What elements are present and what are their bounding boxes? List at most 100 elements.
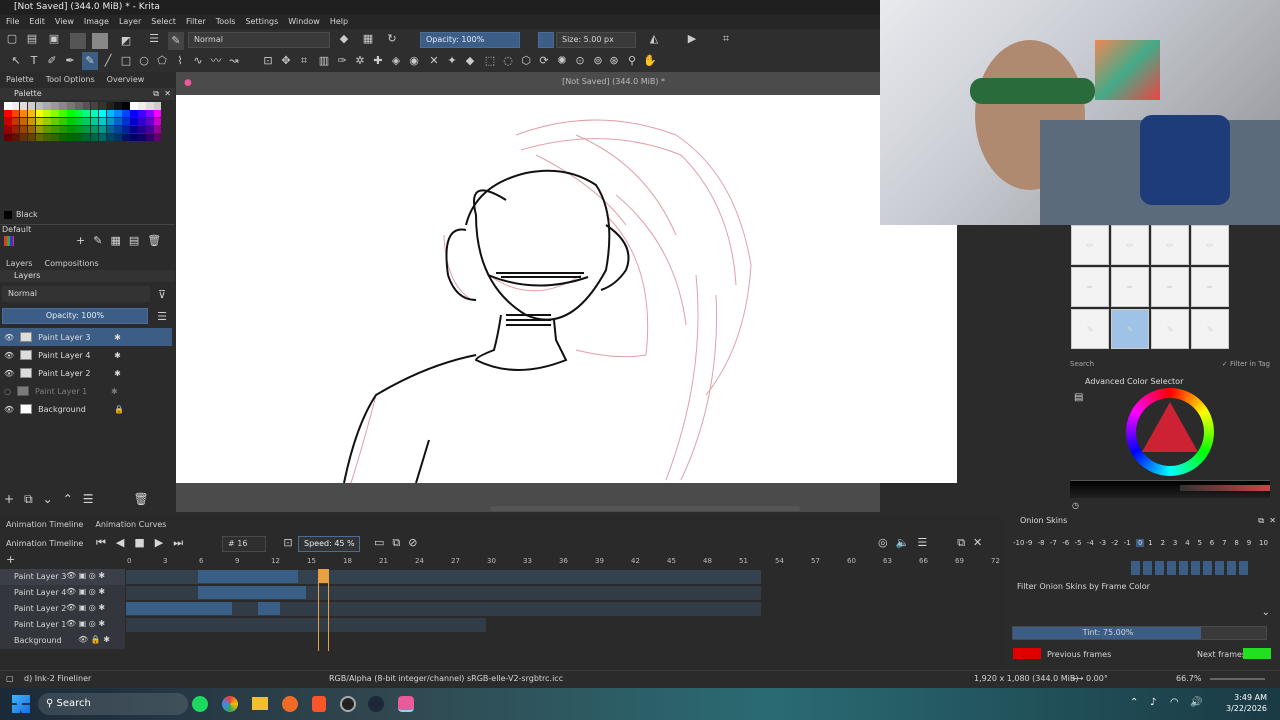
color-triangle[interactable] [1142,402,1198,452]
onion-opacity-bars[interactable] [1131,561,1251,575]
palette-swatch[interactable] [19,117,28,126]
edit-color-icon[interactable]: ✎ [93,234,102,247]
brush-search-input[interactable]: Search [1070,357,1094,371]
bezier-tool-icon[interactable]: ∿ [190,52,206,70]
polyline-tool-icon[interactable]: ⌇ [172,52,188,70]
new-document-icon[interactable]: ▢ [4,30,20,48]
alpha-lock-icon[interactable]: ✱ [114,369,121,378]
palette-swatch[interactable] [35,117,44,126]
palette-swatch[interactable] [98,109,107,118]
delete-color-icon[interactable]: 🗑 [147,234,161,247]
tab-overview[interactable]: Overview [107,72,145,88]
palette-swatch[interactable] [35,125,44,134]
drawing-canvas[interactable] [176,95,957,483]
onion-frame-label[interactable]: 10 [1259,539,1268,547]
add-color-icon[interactable]: + [76,234,85,247]
float-icon[interactable]: ⧉ [153,88,159,100]
last-frame-icon[interactable]: ⏭ [173,536,183,550]
palette-swatch[interactable] [138,133,146,142]
onion-frame-label[interactable]: -2 [1111,539,1118,547]
clock[interactable]: 3:49 AM 3/22/2026 [1226,692,1267,714]
palette-swatch[interactable] [82,102,91,110]
opacity-slider[interactable]: Opacity: 100% [420,32,520,48]
palette-swatch[interactable] [106,125,115,134]
canvas-tab-icon[interactable]: ● [184,78,192,88]
palette-swatch[interactable] [90,133,99,142]
palette-swatch[interactable] [59,102,67,110]
layer-row[interactable]: 👁 Paint Layer 2 ✱ [0,364,172,382]
palette-swatch[interactable] [106,133,115,142]
layers-view-icon[interactable]: ⧉ [392,536,400,550]
palette-swatch[interactable] [67,102,75,110]
freehand-brush-tool-icon[interactable]: ✎ [82,52,98,70]
frame-ruler[interactable]: 0 3 6 9 12 15 18 21 24 27 30 33 36 39 42 45 48 51 54 57 60 63… [0,555,1005,567]
keyframe-block[interactable] [198,570,298,583]
brush-preset-icon[interactable]: ▢ [6,671,14,687]
palette-swatches[interactable] [0,100,175,143]
reference-images-tool-icon[interactable]: ◆ [462,52,478,70]
visibility-icon[interactable]: ○ [4,387,11,396]
layer-properties-icon[interactable]: ☰ [83,492,94,507]
palette-swatch[interactable] [153,117,162,126]
edit-shapes-tool-icon[interactable]: ✐ [44,52,60,70]
palette-swatch[interactable] [130,133,138,142]
gradient-tool-icon[interactable]: ▥ [316,52,332,70]
palette-swatch[interactable] [106,117,115,126]
palette-swatch[interactable] [146,117,154,126]
track-header[interactable]: Paint Layer 1 👁 ▣ ◎ ✱ [0,617,125,633]
onion-frame-label[interactable]: -3 [1099,539,1106,547]
menu-window[interactable]: Window [288,15,320,29]
polygon-select-tool-icon[interactable]: ⬡ [518,52,534,70]
color-history-icon[interactable]: ◷ [1072,501,1079,510]
palette-swatch[interactable] [75,133,83,142]
auto-key-icon[interactable]: ⊘ [408,536,417,550]
tab-palette[interactable]: Palette [6,72,34,88]
palette-swatch[interactable] [4,117,12,126]
ellipse-tool-icon[interactable]: ○ [136,52,152,70]
float-icon[interactable]: ⧉ [1258,515,1264,527]
palette-swatch[interactable] [90,109,99,118]
palette-swatch[interactable] [4,125,12,134]
palette-swatch[interactable] [75,102,83,110]
rotation-icon[interactable]: ⟷ [1072,671,1083,687]
line-tool-icon[interactable]: ╱ [100,52,116,70]
spotify-icon[interactable] [192,696,208,712]
menu-select[interactable]: Select [151,15,176,29]
onion-frame-label[interactable]: 7 [1222,539,1226,547]
brush-settings-icon[interactable]: ☰ [146,30,162,48]
palette-swatch[interactable] [35,109,44,118]
reload-icon[interactable]: ↻ [384,30,400,48]
tray-volume-icon[interactable]: 🔊 [1190,697,1202,708]
play-icon[interactable]: ▶ [155,536,163,550]
palette-table-icon[interactable]: ▤ [129,234,139,247]
palette-swatch[interactable] [146,102,154,110]
transform-tool-icon[interactable]: ⊡ [260,52,276,70]
start-icon[interactable] [12,695,30,713]
gradient-swatch-icon[interactable] [70,33,86,49]
track-toggle-icons[interactable]: 👁 ▣ ◎ ✱ [66,587,105,596]
visibility-icon[interactable]: 👁 [4,405,14,414]
speed-slider[interactable]: Speed: 45 % [298,536,360,552]
palette-swatch[interactable] [75,125,83,134]
current-frame-field[interactable]: # 16 [222,536,266,552]
freehand-path-tool-icon[interactable]: 〰 [208,52,224,70]
palette-swatch[interactable] [43,117,51,126]
clock-icon[interactable]: ⊡ [280,534,296,552]
keyframe-block[interactable] [126,602,232,615]
playhead[interactable] [318,569,329,651]
select-shapes-tool-icon[interactable]: ↖ [8,52,24,70]
move-down-icon[interactable]: ⌄ [43,492,53,507]
fg-bg-color-icon[interactable]: ◩ [118,32,134,50]
polygon-tool-icon[interactable]: ⬠ [154,52,170,70]
add-track-icon[interactable]: + [6,553,15,566]
color-shade-bar[interactable] [1070,480,1270,498]
onion-frame-label[interactable]: 0 [1136,539,1145,547]
palette-swatch[interactable] [75,109,83,118]
lock-icon[interactable]: 🔒 [114,405,124,414]
brush-preset[interactable]: ✎ [1191,309,1229,349]
magnetic-select-tool-icon[interactable]: ⊛ [606,52,622,70]
tray-wifi-icon[interactable]: ◠ [1170,697,1179,708]
filter-in-tag-checkbox[interactable]: ✓ Filter in Tag [1222,357,1270,371]
palette-swatch[interactable] [67,133,75,142]
stop-icon[interactable]: ■ [134,536,144,550]
